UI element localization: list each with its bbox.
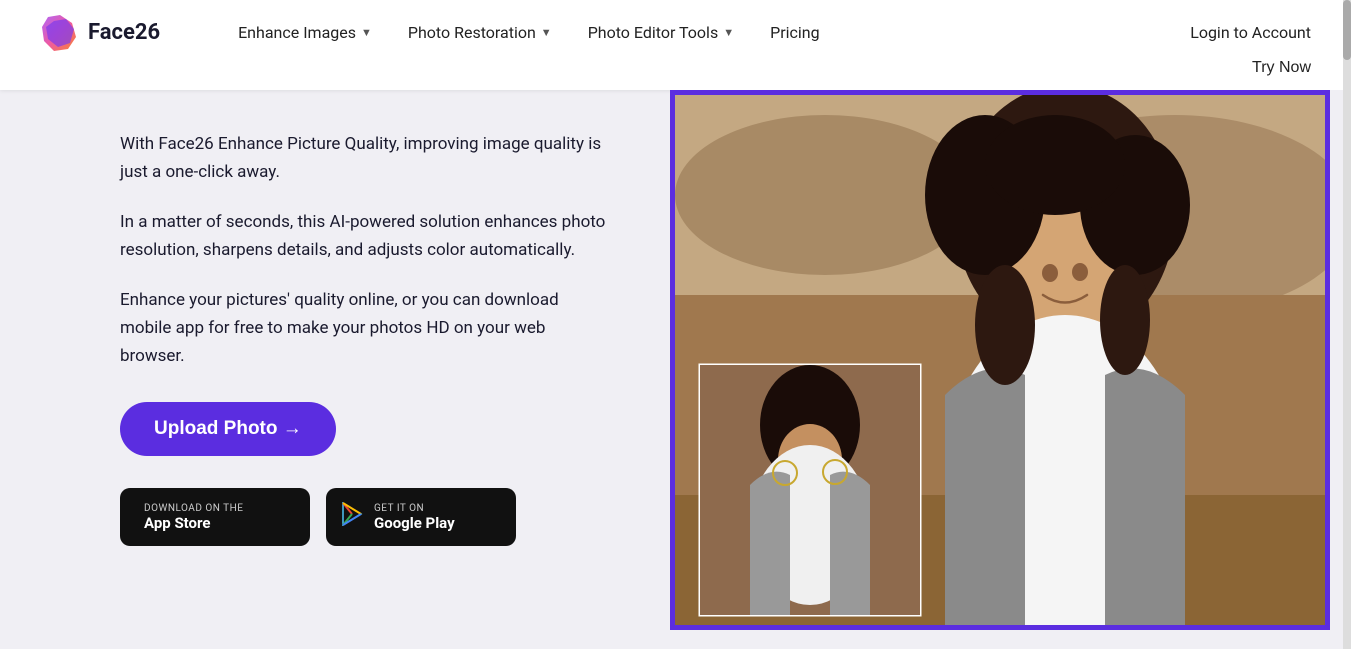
header-row2: Try Now <box>40 59 1311 77</box>
nav-item-photo-editor-tools[interactable]: Photo Editor Tools ▼ <box>570 15 752 50</box>
description-3: Enhance your pictures' quality online, o… <box>120 286 610 370</box>
chevron-down-icon: ▼ <box>723 26 734 39</box>
chevron-down-icon: ▼ <box>361 26 372 39</box>
nav-right: Login to Account <box>1190 23 1311 42</box>
google-play-main: Google Play <box>374 514 455 532</box>
nav-label-pricing: Pricing <box>770 23 820 42</box>
face26-logo-icon <box>40 13 80 53</box>
main-nav: Enhance Images ▼ Photo Restoration ▼ Pho… <box>220 15 1190 50</box>
background-scene <box>675 95 1325 625</box>
scrollbar-thumb[interactable] <box>1343 0 1351 60</box>
hero-image-container <box>670 90 1330 630</box>
scrollbar[interactable] <box>1343 0 1351 649</box>
header-row1: Face26 Enhance Images ▼ Photo Restoratio… <box>40 13 1311 53</box>
left-panel: With Face26 Enhance Picture Quality, imp… <box>0 90 670 649</box>
nav-item-enhance-images[interactable]: Enhance Images ▼ <box>220 15 390 50</box>
logo-text: Face26 <box>88 20 160 45</box>
header: Face26 Enhance Images ▼ Photo Restoratio… <box>0 0 1351 90</box>
right-panel <box>670 90 1351 649</box>
nav-label-editor: Photo Editor Tools <box>588 23 719 42</box>
nav-label-restoration: Photo Restoration <box>408 23 536 42</box>
app-store-text: Download on the App Store <box>144 503 243 532</box>
nav-label-enhance: Enhance Images <box>238 23 356 42</box>
try-now-button[interactable]: Try Now <box>1252 59 1311 77</box>
upload-photo-button[interactable]: Upload Photo → <box>120 402 336 456</box>
logo-area[interactable]: Face26 <box>40 13 160 53</box>
login-link[interactable]: Login to Account <box>1190 23 1311 42</box>
google-play-text: GET IT ON Google Play <box>374 503 455 532</box>
google-play-sub: GET IT ON <box>374 503 455 514</box>
description-1: With Face26 Enhance Picture Quality, imp… <box>120 130 610 186</box>
nav-item-pricing[interactable]: Pricing <box>752 15 838 50</box>
app-store-sub: Download on the <box>144 503 243 514</box>
nav-item-photo-restoration[interactable]: Photo Restoration ▼ <box>390 15 570 50</box>
chevron-down-icon: ▼ <box>541 26 552 39</box>
app-store-badge[interactable]: Download on the App Store <box>120 488 310 546</box>
description-2: In a matter of seconds, this AI-powered … <box>120 208 610 264</box>
app-store-main: App Store <box>144 514 243 532</box>
store-badges: Download on the App Store GET IT ON <box>120 488 610 546</box>
google-play-badge[interactable]: GET IT ON Google Play <box>326 488 516 546</box>
main-content: With Face26 Enhance Picture Quality, imp… <box>0 90 1351 649</box>
hero-photo-background <box>675 95 1325 625</box>
google-play-icon <box>340 502 364 533</box>
